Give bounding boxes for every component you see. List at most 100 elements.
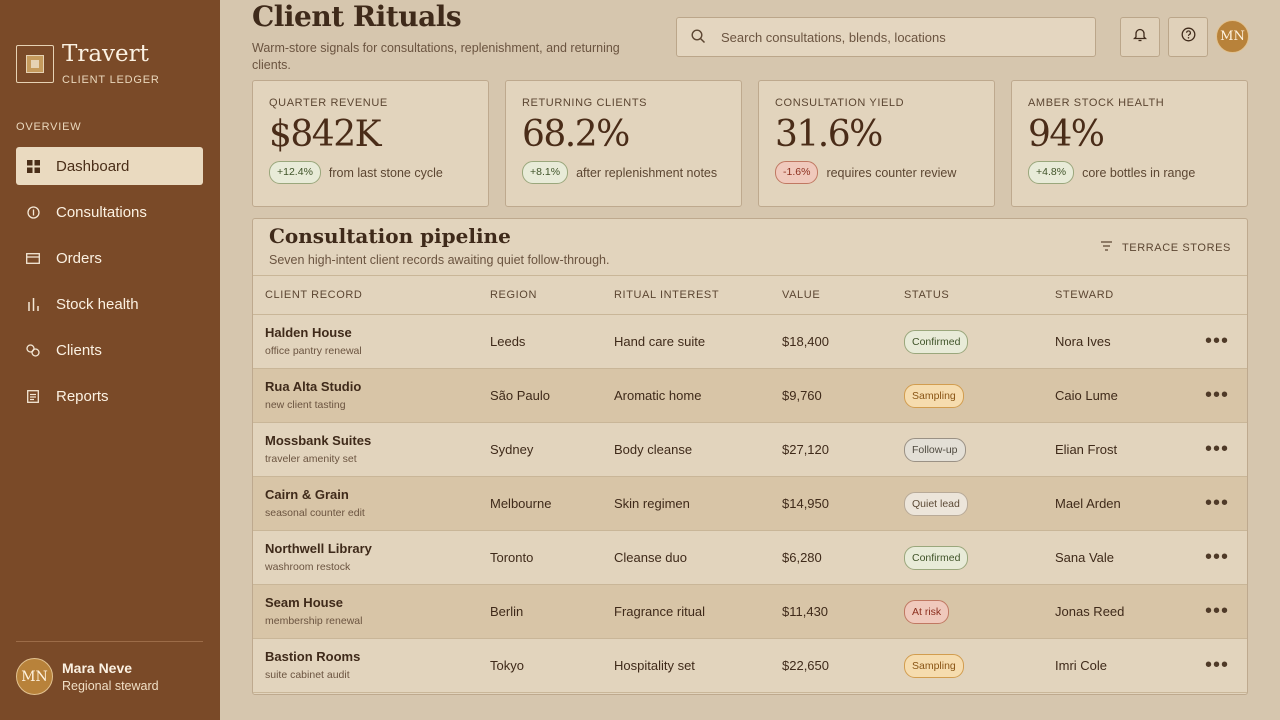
client-note: membership renewal <box>265 615 363 627</box>
column-header-steward[interactable]: STEWARD <box>1055 289 1114 301</box>
page-title: Client Rituals <box>252 0 462 33</box>
client-note: new client tasting <box>265 399 346 411</box>
row-actions-button[interactable]: ••• <box>1205 439 1229 459</box>
kpi-card-consultation-yield: CONSULTATION YIELD 31.6% -1.6% requires … <box>758 80 995 207</box>
circle-line-icon <box>26 205 40 219</box>
interest-cell: Cleanse duo <box>614 550 687 565</box>
status-badge: At risk <box>904 600 950 624</box>
kpi-delta-badge: -1.6% <box>775 161 819 184</box>
header-avatar[interactable]: MN <box>1216 20 1249 53</box>
status-badge: Follow-up <box>904 438 966 462</box>
search-input[interactable]: Search consultations, blends, locations <box>676 17 1096 57</box>
status-badge: Sampling <box>904 654 964 678</box>
panel-title: Consultation pipeline <box>269 224 511 248</box>
table-row[interactable]: Bastion Rooms suite cabinet audit Tokyo … <box>253 639 1247 693</box>
table-row[interactable]: Northwell Library washroom restock Toron… <box>253 531 1247 585</box>
row-actions-button[interactable]: ••• <box>1205 655 1229 675</box>
kpi-note: requires counter review <box>826 165 957 180</box>
sidebar-item-stock-health[interactable]: Stock health <box>16 285 203 323</box>
sidebar-nav: Dashboard Consultations Orders Stock hea… <box>16 147 203 423</box>
sidebar-item-label: Orders <box>56 249 102 267</box>
help-icon <box>1181 27 1196 47</box>
kpi-note: after replenishment notes <box>576 165 718 180</box>
interest-cell: Hospitality set <box>614 658 695 673</box>
client-name[interactable]: Bastion Rooms <box>265 649 360 664</box>
table-header: CLIENT RECORD REGION RITUAL INTEREST VAL… <box>253 275 1247 315</box>
interest-cell: Skin regimen <box>614 496 690 511</box>
user-profile[interactable]: MN Mara Neve Regional steward <box>16 658 159 695</box>
sidebar-item-dashboard[interactable]: Dashboard <box>16 147 203 185</box>
column-header-client[interactable]: CLIENT RECORD <box>265 289 362 301</box>
region-cell: Tokyo <box>490 658 524 673</box>
client-name[interactable]: Seam House <box>265 595 343 610</box>
sidebar-item-consultations[interactable]: Consultations <box>16 193 203 231</box>
sidebar: Travert CLIENT LEDGER OVERVIEW Dashboard… <box>0 0 220 720</box>
steward-cell: Mael Arden <box>1055 496 1121 511</box>
steward-cell: Imri Cole <box>1055 658 1108 673</box>
steward-cell: Nora Ives <box>1055 334 1111 349</box>
kpi-card-quarter-revenue: QUARTER REVENUE $842K +12.4% from last s… <box>252 80 489 207</box>
sidebar-item-label: Consultations <box>56 203 147 221</box>
report-icon <box>26 389 40 403</box>
column-header-value[interactable]: VALUE <box>782 289 820 301</box>
client-name[interactable]: Northwell Library <box>265 541 372 556</box>
steward-cell: Caio Lume <box>1055 388 1118 403</box>
table-row[interactable]: Mossbank Suites traveler amenity set Syd… <box>253 423 1247 477</box>
store-filter-button[interactable]: TERRACE STORES <box>1100 241 1231 254</box>
table-row[interactable]: Rua Alta Studio new client tasting São P… <box>253 369 1247 423</box>
row-actions-button[interactable]: ••• <box>1205 547 1229 567</box>
brand-name: Travert <box>62 41 149 67</box>
region-cell: Melbourne <box>490 496 552 511</box>
kpi-value: $842K <box>269 114 382 155</box>
kpi-card-returning-clients: RETURNING CLIENTS 68.2% +8.1% after repl… <box>505 80 742 207</box>
help-button[interactable] <box>1168 17 1208 57</box>
sidebar-item-clients[interactable]: Clients <box>16 331 203 369</box>
interest-cell: Aromatic home <box>614 388 702 403</box>
region-cell: São Paulo <box>490 388 550 403</box>
kpi-card-amber-stock-health: AMBER STOCK HEALTH 94% +4.8% core bottle… <box>1011 80 1248 207</box>
status-badge: Quiet lead <box>904 492 968 516</box>
search-icon <box>691 29 707 45</box>
table-row[interactable]: Seam House membership renewal Berlin Fra… <box>253 585 1247 639</box>
status-badge: Sampling <box>904 384 964 408</box>
row-actions-button[interactable]: ••• <box>1205 601 1229 621</box>
client-note: traveler amenity set <box>265 453 357 465</box>
kpi-label: AMBER STOCK HEALTH <box>1028 97 1165 109</box>
value-cell: $11,430 <box>782 604 829 619</box>
kpi-value: 68.2% <box>522 114 630 155</box>
row-actions-button[interactable]: ••• <box>1205 385 1229 405</box>
client-name[interactable]: Rua Alta Studio <box>265 379 361 394</box>
table-row[interactable]: Cairn & Grain seasonal counter edit Melb… <box>253 477 1247 531</box>
client-note: washroom restock <box>265 561 351 573</box>
client-name[interactable]: Cairn & Grain <box>265 487 349 502</box>
brand[interactable]: Travert CLIENT LEDGER <box>16 40 160 86</box>
sidebar-item-label: Dashboard <box>56 157 130 175</box>
value-cell: $9,760 <box>782 388 822 403</box>
steward-cell: Sana Vale <box>1055 550 1115 565</box>
client-note: seasonal counter edit <box>265 507 365 519</box>
client-name[interactable]: Halden House <box>265 325 352 340</box>
value-cell: $22,650 <box>782 658 829 673</box>
row-actions-button[interactable]: ••• <box>1205 493 1229 513</box>
client-name[interactable]: Mossbank Suites <box>265 433 371 448</box>
notifications-button[interactable] <box>1120 17 1160 57</box>
user-role: Regional steward <box>62 679 159 693</box>
kpi-value: 31.6% <box>775 114 883 155</box>
sidebar-item-reports[interactable]: Reports <box>16 377 203 415</box>
search-placeholder: Search consultations, blends, locations <box>721 29 946 45</box>
table-row[interactable]: Halden House office pantry renewal Leeds… <box>253 315 1247 369</box>
sidebar-item-orders[interactable]: Orders <box>16 239 203 277</box>
region-cell: Toronto <box>490 550 534 565</box>
interest-cell: Fragrance ritual <box>614 604 706 619</box>
sidebar-item-label: Reports <box>56 387 109 405</box>
steward-cell: Jonas Reed <box>1055 604 1125 619</box>
column-header-status[interactable]: STATUS <box>904 289 949 301</box>
column-header-region[interactable]: REGION <box>490 289 537 301</box>
status-badge: Confirmed <box>904 330 969 354</box>
sidebar-item-label: Stock health <box>56 295 139 313</box>
row-actions-button[interactable]: ••• <box>1205 331 1229 351</box>
value-cell: $27,120 <box>782 442 829 457</box>
grid-icon <box>26 159 40 173</box>
column-header-interest[interactable]: RITUAL INTEREST <box>614 289 719 301</box>
avatar: MN <box>16 658 53 695</box>
